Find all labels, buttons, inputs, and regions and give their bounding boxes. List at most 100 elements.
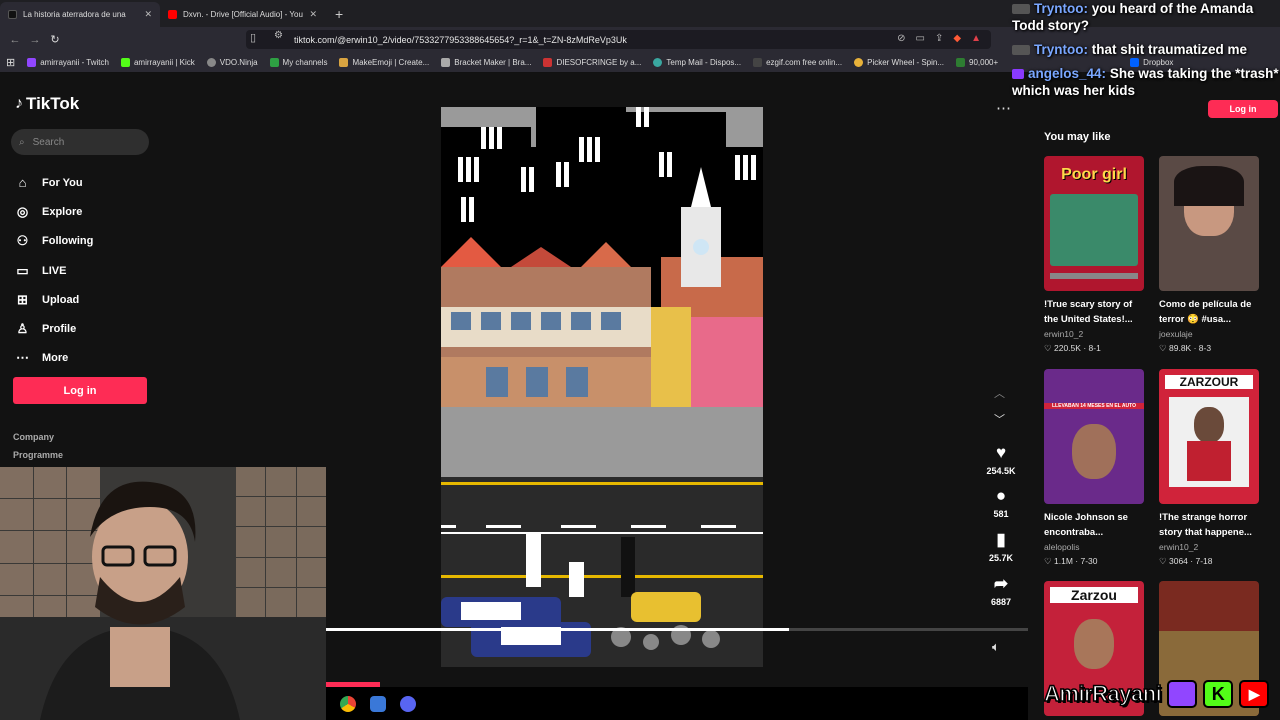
card-stats: ♡ 3064 · 7-18 [1159,556,1213,566]
bookmark-label: 90,000+ [969,57,999,67]
new-tab-button[interactable]: + [325,2,353,27]
chevron-down-icon[interactable]: ﹀ [994,411,1005,427]
address-bar[interactable]: tiktok.com/@erwin10_2/video/753327795338… [246,30,991,49]
tab-youtube[interactable]: Dxvn. - Drive [Official Audio] - YouTu ✕ [160,2,325,27]
bookmark-item[interactable]: DIESOFCRINGE by a... [537,57,647,67]
video-thumbnail: Poor girl [1044,156,1144,291]
tab-tiktok[interactable]: La historia aterradora de una ✕ [0,2,160,27]
notepad-icon[interactable] [370,695,386,712]
tracking-icon[interactable]: ⊘ [897,33,905,44]
px-icon [956,57,966,67]
card-author[interactable]: alelopolis [1044,542,1144,552]
bookmark-label: ezgif.com free onlin... [766,57,843,67]
kick-icon [120,57,130,67]
bookmark-item[interactable]: Picker Wheel - Spin... [848,57,950,67]
reload-icon[interactable]: ↻ [45,33,65,46]
bookmark-icon[interactable]: ▯ [250,31,256,44]
recommendations-panel: Log in You may like Poor girl !True scar… [1028,73,1280,720]
sidebar-item-more[interactable]: ⋯ More [15,344,165,373]
comment-button[interactable]: ● 581 [976,486,1026,519]
nav-label: For You [42,176,83,189]
youtube-favicon-icon [168,10,177,19]
card-likes: 1.1M [1054,556,1073,566]
video-card[interactable]: Como de película de terror 😳 #usa... joe… [1159,156,1259,354]
share-button[interactable]: ➦ 6887 [976,574,1026,607]
nav-label: Explore [42,205,83,218]
brave-shield-icon[interactable]: ◆ [953,33,961,44]
chrome-icon[interactable] [340,695,356,712]
footer-link[interactable]: Programme [13,450,63,460]
nav-label: Profile [42,323,77,336]
tiktok-logo[interactable]: ♪ TikTok [15,94,79,114]
bookmark-label: amirrayanii - Twitch [40,57,109,67]
bracket-icon [441,57,451,67]
card-title: !True scary story of the United States!.… [1044,299,1133,325]
card-date: 7-18 [1195,556,1213,566]
os-taskbar [326,687,1028,720]
bookmark-item[interactable]: ezgif.com free onlin... [747,57,848,67]
apps-icon[interactable]: ⊞ [0,56,21,69]
bookmark-label: DIESOFCRINGE by a... [556,57,642,67]
card-author[interactable]: joexulaje [1159,329,1259,339]
video-card[interactable]: LLEVABAN 14 MESES EN EL AUTO Nicole John… [1044,369,1144,567]
bookmark-item[interactable]: MakeEmoji | Create... [333,57,435,67]
sidebar-item-following[interactable]: ⚇ Following [15,227,165,256]
bookmark-item[interactable]: VDO.Ninja [201,57,264,67]
card-likes: 89.8K [1169,343,1192,353]
sidebar-item-live[interactable]: ▭ LIVE [15,256,165,285]
video-card[interactable]: ZARZOUR !The strange horror story that h… [1159,369,1259,567]
stream-chat-overlay: Tryntoo: you heard of the Amanda Todd st… [1012,0,1280,99]
thumbnail-overlay-text: ZARZOUR [1165,375,1253,389]
bookmark-item[interactable]: amirrayanii - Twitch [21,57,115,67]
search-input[interactable]: ⌕ Search [11,129,149,155]
pip-icon[interactable]: ▭ [916,33,925,44]
alert-icon[interactable]: ▲ [971,33,981,44]
header-login-button[interactable]: Log in [1208,100,1278,118]
sidebar-item-upload[interactable]: ⊞ Upload [15,285,165,314]
bookmark-item[interactable]: Bracket Maker | Bra... [435,57,537,67]
save-button[interactable]: ▮ 25.7K [976,530,1026,563]
upload-icon: ⊞ [17,291,28,307]
volume-icon[interactable]: 🔈︎ [992,639,1000,655]
cringe-icon [543,57,553,67]
chevron-up-icon[interactable]: ︿ [994,385,1005,401]
sidebar-item-for-you[interactable]: ⌂ For You [15,168,165,197]
bookmark-item[interactable]: 90,000+ [950,57,1004,67]
sidebar-item-profile[interactable]: ♙ Profile [15,314,165,343]
video-progress-bar[interactable] [326,628,1028,631]
chat-text: that shit traumatized me [1091,42,1248,57]
like-button[interactable]: ♥ 254.5K [976,443,1026,476]
card-author[interactable]: erwin10_2 [1159,542,1259,552]
bookmark-label: Temp Mail - Dispos... [666,57,742,67]
card-stats: ♡ 220.5K · 8-1 [1044,343,1101,353]
card-author[interactable]: erwin10_2 [1044,329,1144,339]
sidebar-nav: ⌂ For You ◎ Explore ⚇ Following ▭ LIVE ⊞ Uplo… [15,168,165,373]
card-date: 8-1 [1088,343,1101,353]
bookmark-item[interactable]: My channels [264,57,334,67]
card-date: 8-3 [1198,343,1212,353]
nav-label: More [42,352,69,365]
video-card[interactable]: Poor girl !True scary story of the Unite… [1044,156,1144,354]
close-tab-icon[interactable]: ✕ [144,9,152,20]
more-options-icon[interactable]: ⋯ [996,99,1011,117]
sidebar-item-explore[interactable]: ◎ Explore [15,197,165,226]
card-title: !The strange horror story that happene..… [1159,512,1252,538]
bookmark-item[interactable]: Temp Mail - Dispos... [647,57,747,67]
more-icon: ⋯ [16,350,29,366]
card-likes: 3064 [1169,556,1188,566]
chat-message: Tryntoo: you heard of the Amanda Todd st… [1012,0,1280,34]
login-button[interactable]: Log in [13,377,147,404]
back-icon[interactable]: ← [5,34,25,46]
close-tab-icon[interactable]: ✕ [309,9,317,20]
discord-icon[interactable] [400,695,416,712]
card-date: 7-30 [1080,556,1098,566]
site-settings-icon[interactable]: ⚙ [274,30,283,41]
tempmail-icon [653,57,663,67]
nav-label: Upload [42,293,80,306]
share-icon[interactable]: ⇪ [935,33,943,44]
home-icon: ⌂ [18,175,27,191]
footer-link[interactable]: Company [13,432,54,442]
bookmark-item[interactable]: amirrayanii | Kick [115,57,201,67]
forward-icon[interactable]: → [25,34,45,46]
video-player[interactable] [441,107,763,667]
